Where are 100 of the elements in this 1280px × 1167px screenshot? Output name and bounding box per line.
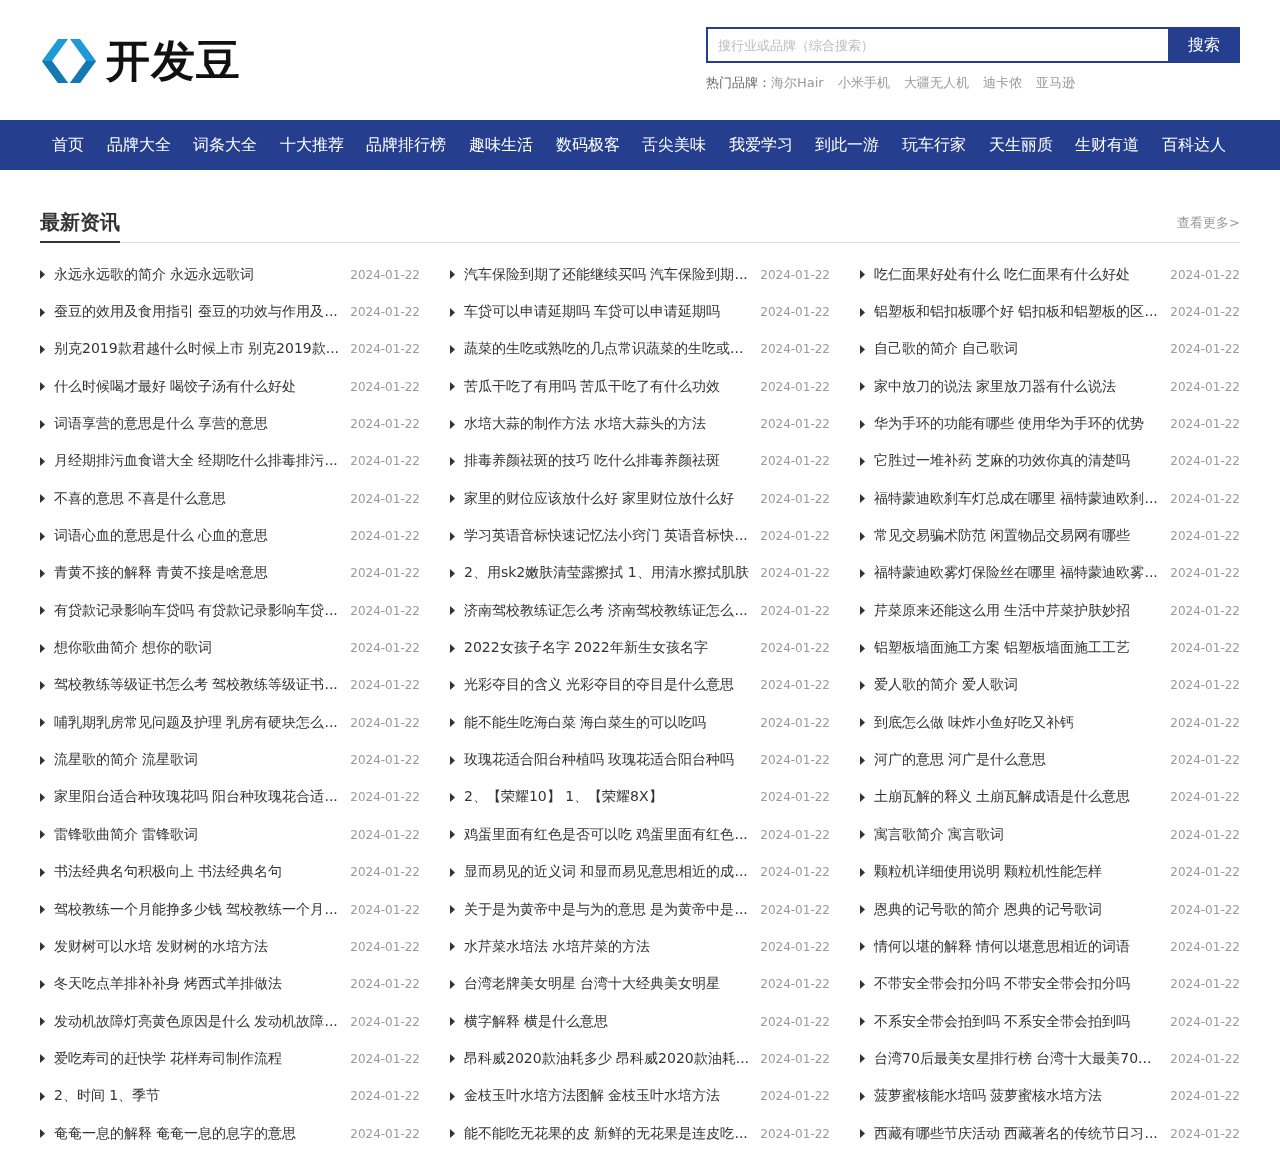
nav-link[interactable]: 首页 — [40, 120, 96, 170]
article-link[interactable]: 不带安全带会扣分吗 不带安全带会扣分吗 — [874, 975, 1163, 994]
article-link[interactable]: 菠萝蜜核能水培吗 菠萝蜜核水培方法 — [874, 1087, 1163, 1106]
article-link[interactable]: 福特蒙迪欧雾灯保险丝在哪里 福特蒙迪欧雾... — [874, 564, 1163, 583]
article-link[interactable]: 2、时间 1、季节 — [54, 1087, 343, 1106]
article-link[interactable]: 福特蒙迪欧刹车灯总成在哪里 福特蒙迪欧刹... — [874, 489, 1163, 508]
article-link[interactable]: 玫瑰花适合阳台种植吗 玫瑰花适合阳台种吗 — [464, 751, 753, 770]
article-link[interactable]: 芹菜原来还能这么用 生活中芹菜护肤妙招 — [874, 601, 1163, 620]
nav-link[interactable]: 趣味生活 — [457, 120, 545, 170]
article-link[interactable]: 别克2019款君越什么时候上市 别克2019款... — [54, 340, 343, 359]
article-link[interactable]: 金枝玉叶水培方法图解 金枝玉叶水培方法 — [464, 1087, 753, 1106]
article-date: 2024-01-22 — [350, 865, 420, 880]
nav-link[interactable]: 品牌大全 — [95, 120, 182, 170]
article-link[interactable]: 家里的财位应该放什么好 家里财位放什么好 — [464, 489, 753, 508]
article-link[interactable]: 台湾老牌美女明星 台湾十大经典美女明星 — [464, 975, 753, 994]
article-link[interactable]: 家里阳台适合种玫瑰花吗 阳台种玫瑰花合适... — [54, 788, 343, 807]
article-link[interactable]: 永远永远歌的简介 永远永远歌词 — [54, 265, 343, 284]
article-link[interactable]: 什么时候喝才最好 喝饺子汤有什么好处 — [54, 377, 343, 396]
article-link[interactable]: 自己歌的简介 自己歌词 — [874, 340, 1163, 359]
article-link[interactable]: 河广的意思 河广是什么意思 — [874, 751, 1163, 770]
article-link[interactable]: 词语享营的意思是什么 享营的意思 — [54, 415, 343, 434]
article-link[interactable]: 雷锋歌曲简介 雷锋歌词 — [54, 825, 343, 844]
article-link[interactable]: 西藏有哪些节庆活动 西藏著名的传统节日习... — [874, 1124, 1163, 1143]
article-link[interactable]: 家中放刀的说法 家里放刀器有什么说法 — [874, 377, 1163, 396]
search-button[interactable]: 搜索 — [1168, 27, 1240, 63]
article-date: 2024-01-22 — [760, 641, 830, 656]
article-date: 2024-01-22 — [760, 715, 830, 730]
article-link[interactable]: 爱吃寿司的赶快学 花样寿司制作流程 — [54, 1049, 343, 1068]
article-link[interactable]: 能不能吃无花果的皮 新鲜的无花果是连皮吃... — [464, 1124, 753, 1143]
article-link[interactable]: 显而易见的近义词 和显而易见意思相近的成... — [464, 863, 753, 882]
article-link[interactable]: 蚕豆的效用及食用指引 蚕豆的功效与作用及... — [54, 303, 343, 321]
article-link[interactable]: 书法经典名句积极向上 书法经典名句 — [54, 863, 343, 882]
nav-link[interactable]: 天生丽质 — [977, 120, 1064, 170]
article-link[interactable]: 台湾70后最美女星排行榜 台湾十大最美70... — [874, 1049, 1163, 1068]
article-link[interactable]: 词语心血的意思是什么 心血的意思 — [54, 527, 343, 546]
article-link[interactable]: 苦瓜干吃了有用吗 苦瓜干吃了有什么功效 — [464, 377, 753, 396]
bullet-icon — [40, 307, 45, 317]
article-link[interactable]: 想你歌曲简介 想你的歌词 — [54, 639, 343, 658]
article-link[interactable]: 月经期排污血食谱大全 经期吃什么排毒排污... — [54, 452, 343, 471]
logo-text[interactable]: 开发豆 — [106, 37, 241, 85]
article-link[interactable]: 横字解释 横是什么意思 — [464, 1012, 753, 1031]
article-link[interactable]: 有贷款记录影响车贷吗 有贷款记录影响车贷... — [54, 601, 343, 620]
nav-link[interactable]: 品牌排行榜 — [355, 120, 458, 170]
article-link[interactable]: 吃仁面果好处有什么 吃仁面果有什么好处 — [874, 265, 1163, 284]
article-link[interactable]: 鸡蛋里面有红色是否可以吃 鸡蛋里面有红色... — [464, 825, 753, 844]
bullet-icon — [40, 1017, 45, 1027]
article-link[interactable]: 2、【荣耀10】 1、【荣耀8X】 — [464, 788, 753, 807]
article-link[interactable]: 不系安全带会拍到吗 不系安全带会拍到吗 — [874, 1012, 1163, 1031]
hot-brands-label: 热门品牌： — [706, 74, 771, 92]
article-link[interactable]: 排毒养颜祛斑的技巧 吃什么排毒养颜祛斑 — [464, 452, 753, 471]
nav-link[interactable]: 生财有道 — [1063, 120, 1151, 170]
article-link[interactable]: 哺乳期乳房常见问题及护理 乳房有硬块怎么... — [54, 713, 343, 732]
article-link[interactable]: 华为手环的功能有哪些 使用华为手环的优势 — [874, 415, 1163, 434]
nav-link[interactable]: 玩车行家 — [890, 120, 978, 170]
article-link[interactable]: 它胜过一堆补药 芝麻的功效你真的清楚吗 — [874, 452, 1163, 471]
article-link[interactable]: 能不能生吃海白菜 海白菜生的可以吃吗 — [464, 713, 753, 732]
nav-link[interactable]: 到此一游 — [804, 120, 891, 170]
article-link[interactable]: 车贷可以申请延期吗 车贷可以申请延期吗 — [464, 303, 753, 321]
article-link[interactable]: 爱人歌的简介 爱人歌词 — [874, 676, 1163, 695]
article-link[interactable]: 土崩瓦解的释义 土崩瓦解成语是什么意思 — [874, 788, 1163, 807]
article-link[interactable]: 昂科威2020款油耗多少 昂科威2020款油耗... — [464, 1049, 753, 1068]
article-link[interactable]: 驾校教练等级证书怎么考 驾校教练等级证书... — [54, 676, 343, 695]
nav-link[interactable]: 十大推荐 — [268, 120, 356, 170]
nav-link[interactable]: 舌尖美味 — [630, 120, 718, 170]
article-link[interactable]: 颗粒机详细使用说明 颗粒机性能怎样 — [874, 863, 1163, 882]
article-link[interactable]: 恩典的记号歌的简介 恩典的记号歌词 — [874, 900, 1163, 919]
article-link[interactable]: 汽车保险到期了还能继续买吗 汽车保险到期... — [464, 265, 753, 284]
article-date: 2024-01-22 — [1170, 529, 1240, 544]
article-link[interactable]: 奄奄一息的解释 奄奄一息的息字的意思 — [54, 1124, 343, 1143]
bullet-icon — [40, 606, 45, 616]
article-link[interactable]: 铝塑板和铝扣板哪个好 铝扣板和铝塑板的区... — [874, 303, 1163, 321]
nav-link[interactable]: 数码极客 — [544, 120, 631, 170]
article-link[interactable]: 不喜的意思 不喜是什么意思 — [54, 489, 343, 508]
article-link[interactable]: 2、用sk2嫩肤清莹露擦拭 1、用清水擦拭肌肤 — [464, 564, 753, 583]
article-link[interactable]: 水培大蒜的制作方法 水培大蒜头的方法 — [464, 415, 753, 434]
article-link[interactable]: 发动机故障灯亮黄色原因是什么 发动机故障... — [54, 1012, 343, 1031]
bullet-icon — [450, 905, 455, 914]
bullet-icon — [40, 718, 45, 728]
article-link[interactable]: 学习英语音标快速记忆法小窍门 英语音标快... — [464, 527, 753, 546]
article-link[interactable]: 冬天吃点羊排补补身 烤西式羊排做法 — [54, 975, 343, 994]
article-link[interactable]: 关于是为黄帝中是与为的意思 是为黄帝中是... — [464, 900, 753, 919]
article-link[interactable]: 济南驾校教练证怎么考 济南驾校教练证怎么... — [464, 601, 753, 620]
article-link[interactable]: 2022女孩子名字 2022年新生女孩名字 — [464, 639, 753, 658]
article-link[interactable]: 光彩夺目的含义 光彩夺目的夺目是什么意思 — [464, 676, 753, 695]
article-link[interactable]: 驾校教练一个月能挣多少钱 驾校教练一个月... — [54, 900, 343, 919]
nav-link[interactable]: 百科达人 — [1150, 120, 1237, 170]
article-link[interactable]: 水芹菜水培法 水培芹菜的方法 — [464, 937, 753, 956]
article-link[interactable]: 青黄不接的解释 青黄不接是啥意思 — [54, 564, 343, 583]
nav-link[interactable]: 我爱学习 — [717, 120, 805, 170]
bullet-icon — [40, 643, 45, 653]
article-link[interactable]: 常见交易骗术防范 闲置物品交易网有哪些 — [874, 527, 1163, 546]
article-link[interactable]: 蔬菜的生吃或熟吃的几点常识蔬菜的生吃或... — [464, 340, 753, 359]
article-link[interactable]: 发财树可以水培 发财树的水培方法 — [54, 937, 343, 956]
article-link[interactable]: 流星歌的简介 流星歌词 — [54, 751, 343, 770]
article-link[interactable]: 寓言歌简介 寓言歌词 — [874, 825, 1163, 844]
article-link[interactable]: 情何以堪的解释 情何以堪意思相近的词语 — [874, 937, 1163, 956]
article-link[interactable]: 到底怎么做 味炸小鱼好吃又补钙 — [874, 713, 1163, 732]
article-link[interactable]: 铝塑板墙面施工方案 铝塑板墙面施工工艺 — [874, 639, 1163, 658]
nav-link[interactable]: 词条大全 — [181, 120, 269, 170]
search-field[interactable]: 搜行业或品牌（综合搜索） — [706, 27, 1168, 63]
